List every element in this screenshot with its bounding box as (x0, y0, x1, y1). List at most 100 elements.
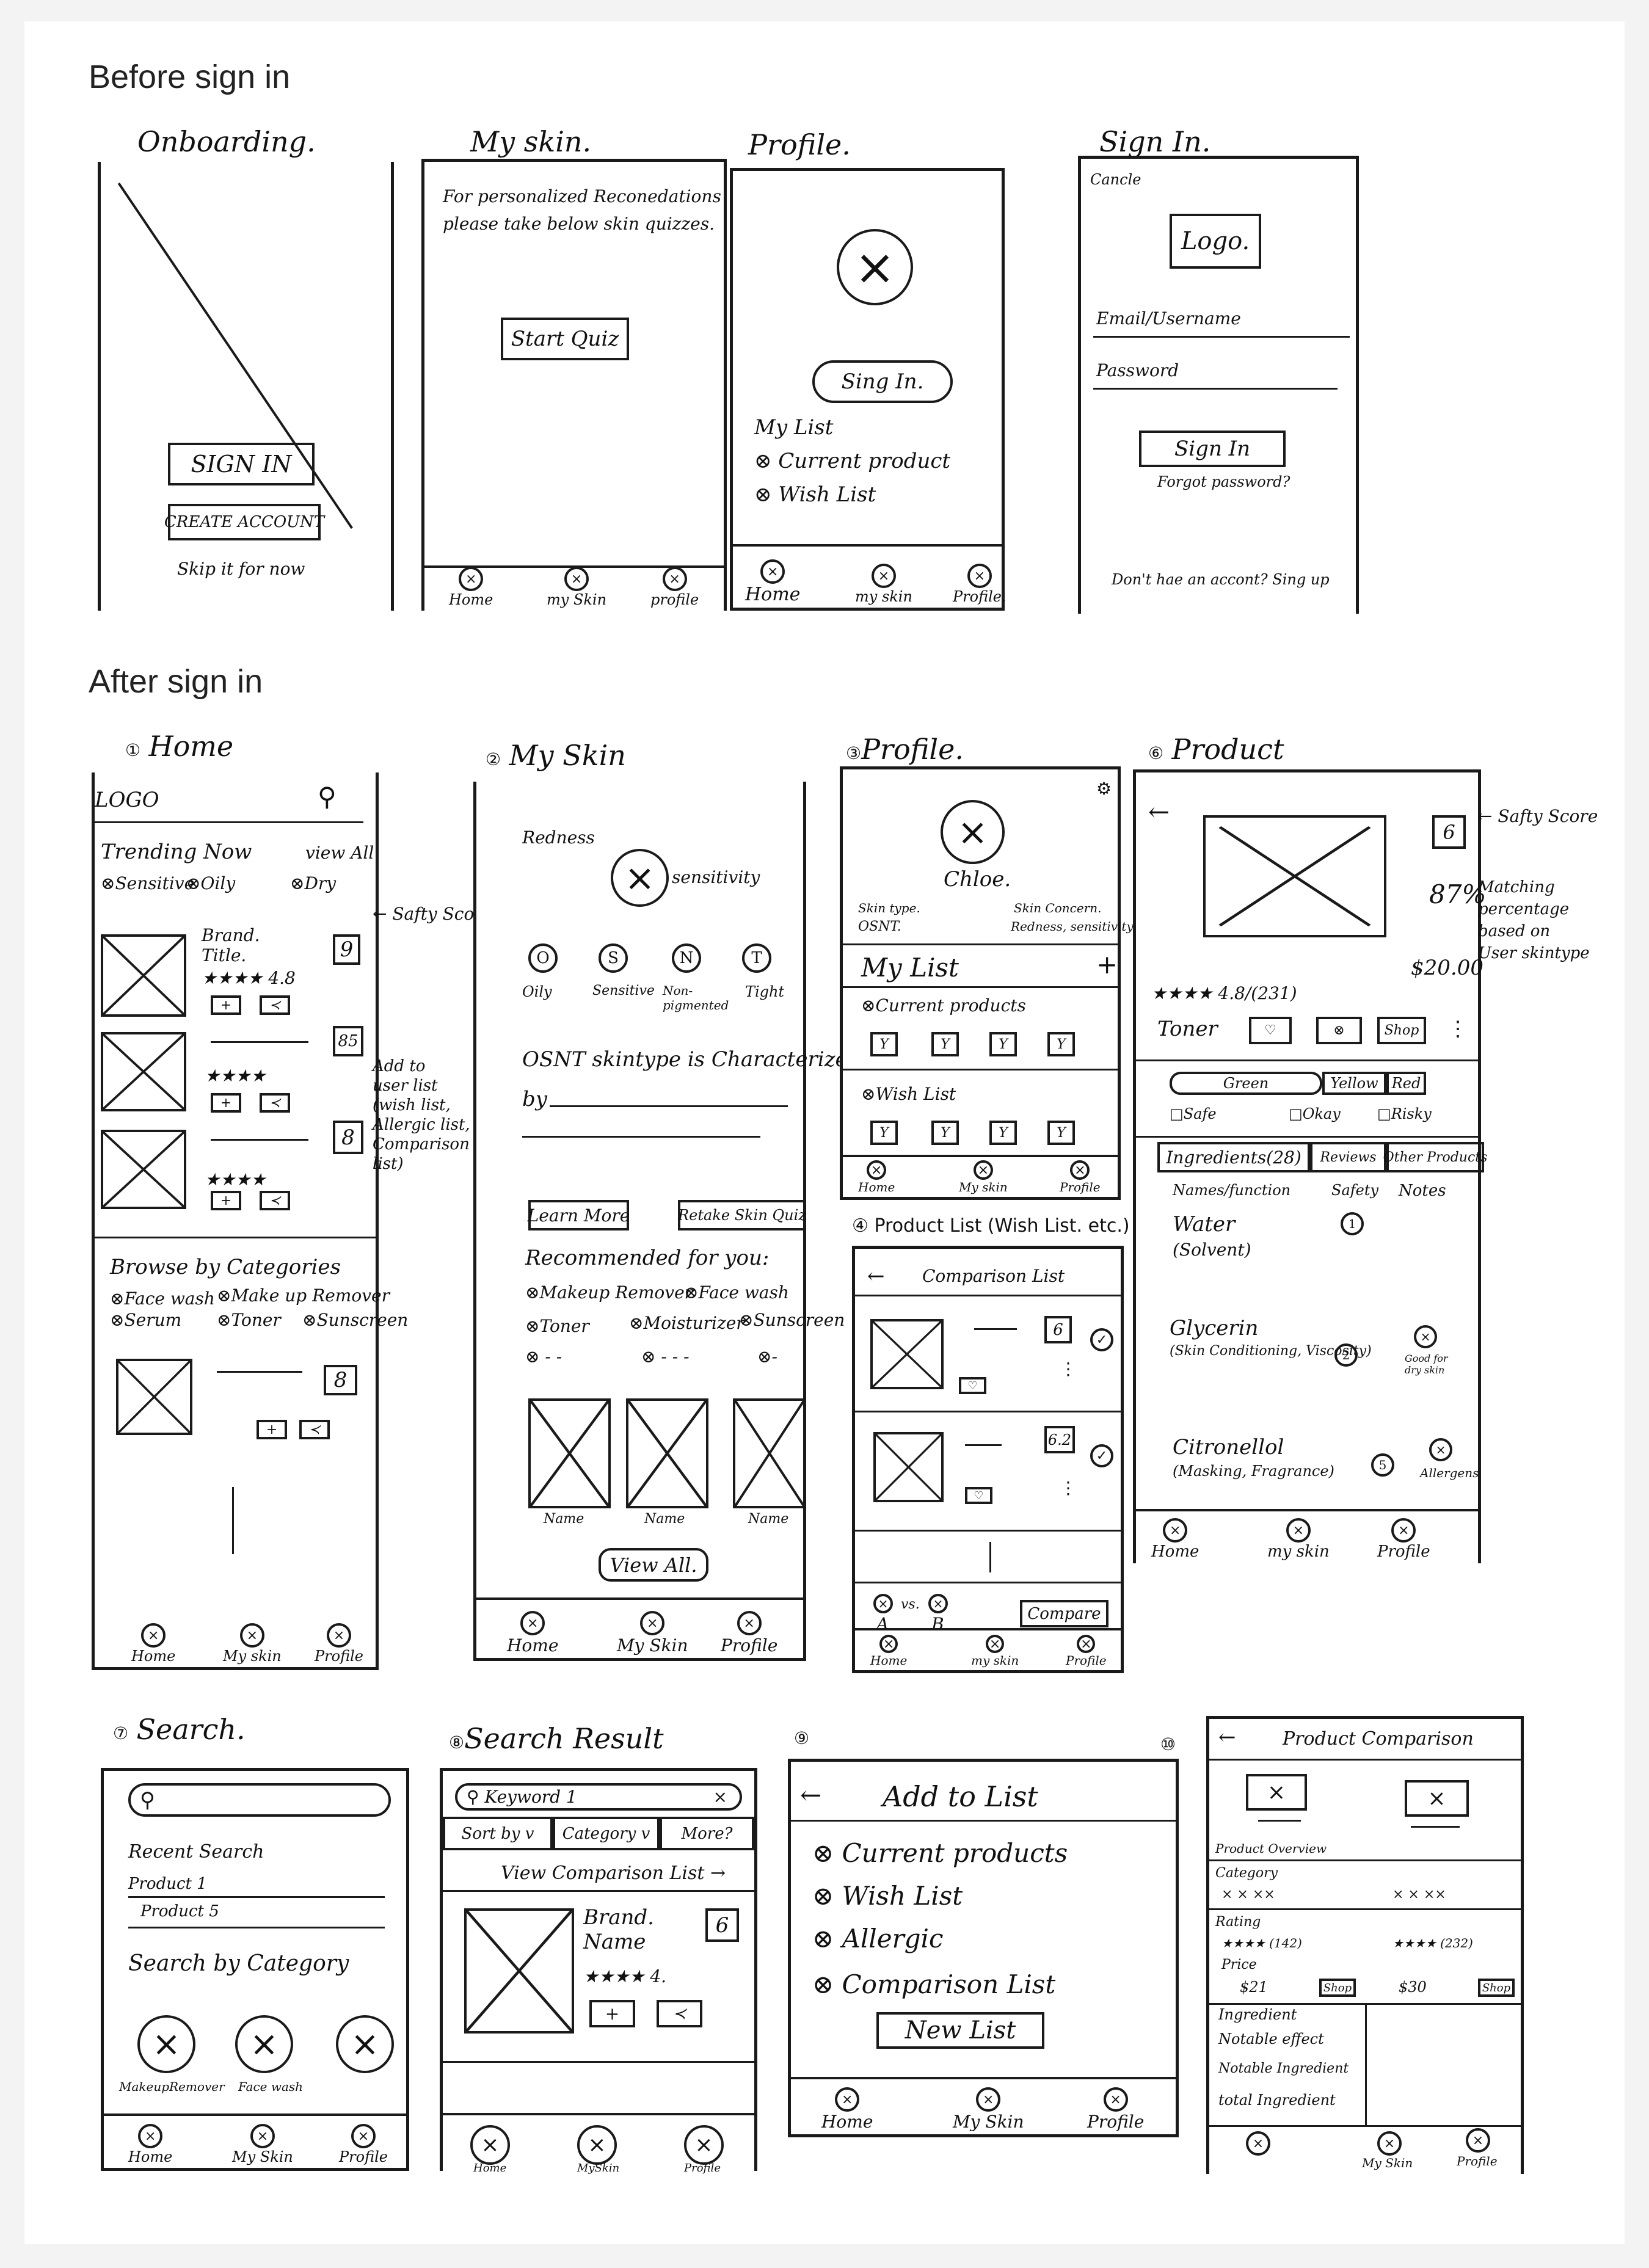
product-image[interactable] (101, 934, 186, 1017)
nav-myskin[interactable]: × my Skin (547, 567, 606, 608)
filter-dry[interactable]: ⊗Dry (290, 873, 336, 893)
product-image[interactable] (626, 1398, 708, 1508)
rec-cat-makeup[interactable]: ⊗Makeup Remover (525, 1282, 693, 1303)
cat-sunscreen[interactable]: ⊗Sunscreen (302, 1310, 408, 1330)
share-button[interactable]: ≺ (260, 995, 290, 1015)
nav-home[interactable]: × Home (131, 1623, 175, 1665)
add-button[interactable]: + (211, 1191, 241, 1210)
product-thumb[interactable]: Y (1047, 1032, 1075, 1056)
view-comparison-link[interactable]: View Comparison List → (501, 1863, 726, 1884)
product-image[interactable] (873, 1432, 944, 1502)
add-to-list-icon[interactable]: ⊗ (1316, 1017, 1362, 1044)
cat-makeup-remover[interactable]: ⊗Make up Remover (217, 1285, 390, 1306)
shop-button[interactable]: Shop (1377, 1017, 1426, 1044)
nav-profile[interactable]: × Profile (1066, 1635, 1107, 1668)
nav-profile[interactable]: × Profile (1087, 2087, 1144, 2132)
back-arrow-icon[interactable]: ← (1218, 1725, 1236, 1750)
nav-profile[interactable]: × Profile (1377, 1518, 1430, 1561)
heart-icon[interactable]: ♡ (965, 1487, 992, 1504)
nav-myskin[interactable]: × My Skin (617, 1611, 688, 1656)
nav-profile[interactable]: × profile (650, 567, 699, 608)
signup-link[interactable]: Don't hae an accont? Sing up (1112, 571, 1330, 588)
skin-icon[interactable]: × (577, 2125, 617, 2165)
email-field[interactable]: Email/Username (1096, 308, 1241, 329)
retake-quiz-button[interactable]: Retake Skin Quiz (678, 1200, 806, 1230)
forgot-password-link[interactable]: Forgot password? (1157, 473, 1290, 490)
nav-profile[interactable]: × Profile (1060, 1160, 1101, 1194)
sign-in-button[interactable]: Sign In (1139, 431, 1286, 467)
tab-other-products[interactable]: Other Products (1383, 1142, 1487, 1172)
shop-b-button[interactable]: Shop (1478, 1979, 1515, 1997)
learn-more-button[interactable]: Learn More (528, 1200, 630, 1230)
filter-sensitive[interactable]: ⊗Sensitive (101, 873, 194, 893)
recent-item[interactable]: Product 1 (128, 1875, 207, 1893)
tab-reviews[interactable]: Reviews (1310, 1142, 1386, 1172)
more-icon[interactable]: ⋮ (1060, 1359, 1077, 1379)
rec-cat-toner[interactable]: ⊗Toner (525, 1316, 589, 1336)
compare-button[interactable]: Compare (1020, 1600, 1108, 1627)
home-icon[interactable]: × (470, 2125, 510, 2165)
nav-profile[interactable]: × Profile (721, 1611, 777, 1656)
nav-myskin[interactable]: × My Skin (232, 2124, 293, 2165)
share-button[interactable]: ≺ (657, 2000, 702, 2027)
product-image[interactable] (733, 1398, 806, 1508)
nav-myskin[interactable]: × My skin (223, 1623, 282, 1665)
heart-icon[interactable]: ♡ (1249, 1017, 1292, 1044)
nav-myskin[interactable]: × My Skin (953, 2087, 1024, 2132)
view-all-button[interactable]: View All. (599, 1548, 708, 1582)
category-facewash-icon[interactable]: × (235, 2015, 293, 2073)
sign-in-button[interactable]: SIGN IN (168, 443, 315, 485)
recent-item[interactable]: Product 5 (140, 1902, 219, 1921)
compare-b-icon[interactable]: × (928, 1594, 948, 1613)
nav-home[interactable]: × Home (858, 1160, 895, 1194)
product-b-image[interactable]: × (1405, 1780, 1469, 1817)
nav-myskin[interactable]: × my skin (1267, 1518, 1330, 1561)
product-thumb[interactable]: Y (931, 1121, 959, 1145)
rec-cat-sunscreen[interactable]: ⊗Sunscreen (739, 1310, 845, 1330)
search-input[interactable]: ⚲ (128, 1783, 391, 1817)
filter-oily[interactable]: ⊗Oily (186, 873, 235, 893)
back-arrow-icon[interactable]: ← (800, 1780, 821, 1810)
sign-in-button[interactable]: Sing In. (812, 360, 953, 403)
add-list-icon[interactable]: + (1096, 950, 1118, 980)
rec-cat-facewash[interactable]: ⊗Face wash (684, 1282, 789, 1303)
select-check-icon[interactable]: ✓ (1090, 1328, 1113, 1351)
nav-profile[interactable]: × Profile (339, 2124, 388, 2165)
search-input[interactable]: ⚲ Keyword 1 × (455, 1783, 742, 1811)
nav-home[interactable]: × Home (507, 1611, 558, 1656)
rec-cat-moisturizer[interactable]: ⊗Moisturizer (629, 1313, 744, 1333)
nav-profile[interactable]: Profile (1457, 2154, 1498, 2168)
nav-myskin[interactable]: MySkin (577, 2162, 619, 2175)
nav-myskin[interactable]: My Skin (1362, 2156, 1413, 2170)
search-icon[interactable]: ⚲ (318, 782, 337, 812)
nav-home[interactable]: × Home (745, 559, 800, 605)
list-item-current[interactable]: ⊗ Current product (754, 449, 950, 473)
nav-home[interactable]: Home (473, 2162, 506, 2175)
skip-link[interactable]: Skip it for now (177, 559, 305, 579)
nav-home[interactable]: × Home (1151, 1518, 1199, 1561)
nav-myskin[interactable]: × my skin (971, 1635, 1019, 1668)
cat-toner[interactable]: ⊗Toner (217, 1310, 281, 1330)
product-thumb[interactable]: Y (870, 1121, 898, 1145)
settings-icon[interactable]: ⚙ (1096, 779, 1112, 799)
skin-icon[interactable]: × (1377, 2131, 1402, 2156)
category-more-icon[interactable]: × (336, 2015, 394, 2073)
nav-myskin[interactable]: × my skin (855, 564, 912, 605)
cat-face-wash[interactable]: ⊗Face wash (110, 1288, 215, 1309)
add-button[interactable]: + (211, 1093, 241, 1113)
product-image[interactable] (116, 1359, 192, 1435)
nav-profile[interactable]: Profile (684, 2162, 721, 2175)
share-button[interactable]: ≺ (260, 1191, 290, 1210)
nav-home[interactable]: × Home (128, 2124, 172, 2165)
product-thumb[interactable]: Y (989, 1121, 1017, 1145)
sort-dropdown[interactable]: Sort by v (443, 1817, 553, 1850)
product-image[interactable] (870, 1319, 944, 1389)
rec-cat-more[interactable]: ⊗- (757, 1347, 777, 1367)
profile-icon[interactable]: × (1466, 2128, 1490, 2153)
product-a-image[interactable]: × (1246, 1774, 1307, 1811)
category-makeup-icon[interactable]: × (137, 2015, 195, 2073)
product-thumb[interactable]: Y (870, 1032, 898, 1056)
heart-icon[interactable]: ♡ (959, 1377, 986, 1394)
product-thumb[interactable]: Y (989, 1032, 1017, 1056)
add-button[interactable]: + (257, 1420, 287, 1439)
